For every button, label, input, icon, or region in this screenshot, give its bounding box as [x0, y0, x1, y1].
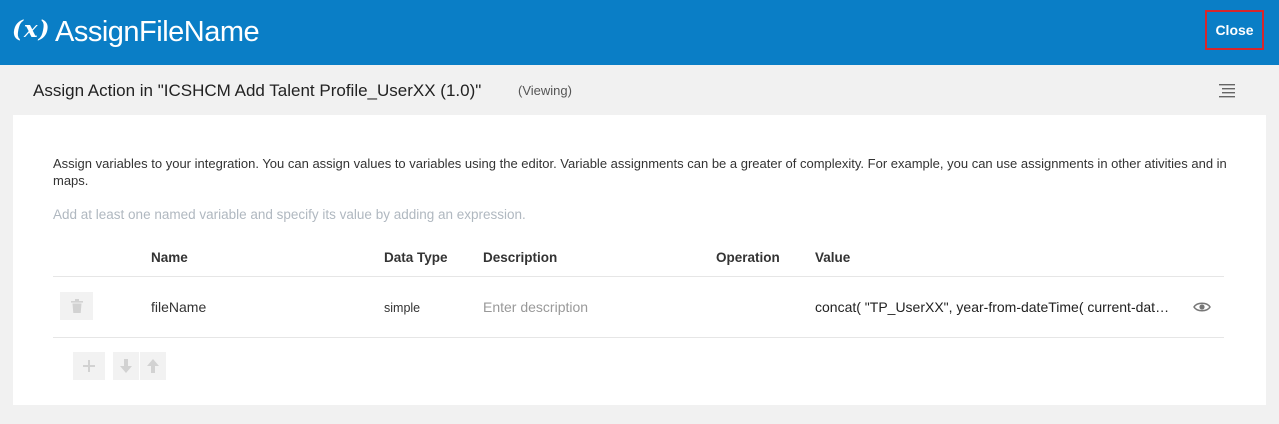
action-title: Assign Action in "ICSHCM Add Talent Prof… [33, 81, 482, 100]
subheader: Assign Action in "ICSHCM Add Talent Prof… [0, 65, 1279, 115]
add-icon [83, 360, 95, 372]
hint-text: Add at least one named variable and spec… [53, 207, 526, 222]
menu-lines-icon[interactable] [1219, 84, 1235, 98]
eye-icon[interactable] [1193, 301, 1211, 313]
row-divider [53, 337, 1224, 338]
title-bar: (x) AssignFileName Close [0, 0, 1279, 65]
move-down-icon [120, 359, 132, 373]
page-title: AssignFileName [55, 16, 260, 48]
close-button-frame: Close [1205, 10, 1264, 50]
move-up-icon [147, 359, 159, 373]
description-text: Assign variables to your integration. Yo… [53, 156, 1227, 188]
column-header-data-type: Data Type [384, 250, 448, 265]
variable-value[interactable]: concat( "TP_UserXX", year-from-dateTime(… [815, 299, 1175, 315]
column-header-operation: Operation [716, 250, 780, 265]
variable-data-type: simple [384, 301, 421, 315]
header-divider [53, 276, 1224, 277]
add-variable-button[interactable] [73, 352, 105, 380]
trash-icon [70, 299, 83, 313]
delete-row-button[interactable] [60, 292, 93, 320]
description-input[interactable] [483, 295, 683, 319]
move-down-button[interactable] [113, 352, 139, 380]
mode-label: (Viewing) [518, 83, 572, 98]
variable-icon: (x) [12, 16, 51, 43]
variable-name: fileName [151, 299, 207, 315]
assign-panel: Assign variables to your integration. Yo… [13, 115, 1266, 405]
move-up-button[interactable] [140, 352, 166, 380]
column-header-name: Name [151, 250, 188, 265]
close-button[interactable]: Close [1215, 22, 1253, 38]
column-header-description: Description [483, 250, 558, 265]
column-header-value: Value [815, 250, 851, 265]
